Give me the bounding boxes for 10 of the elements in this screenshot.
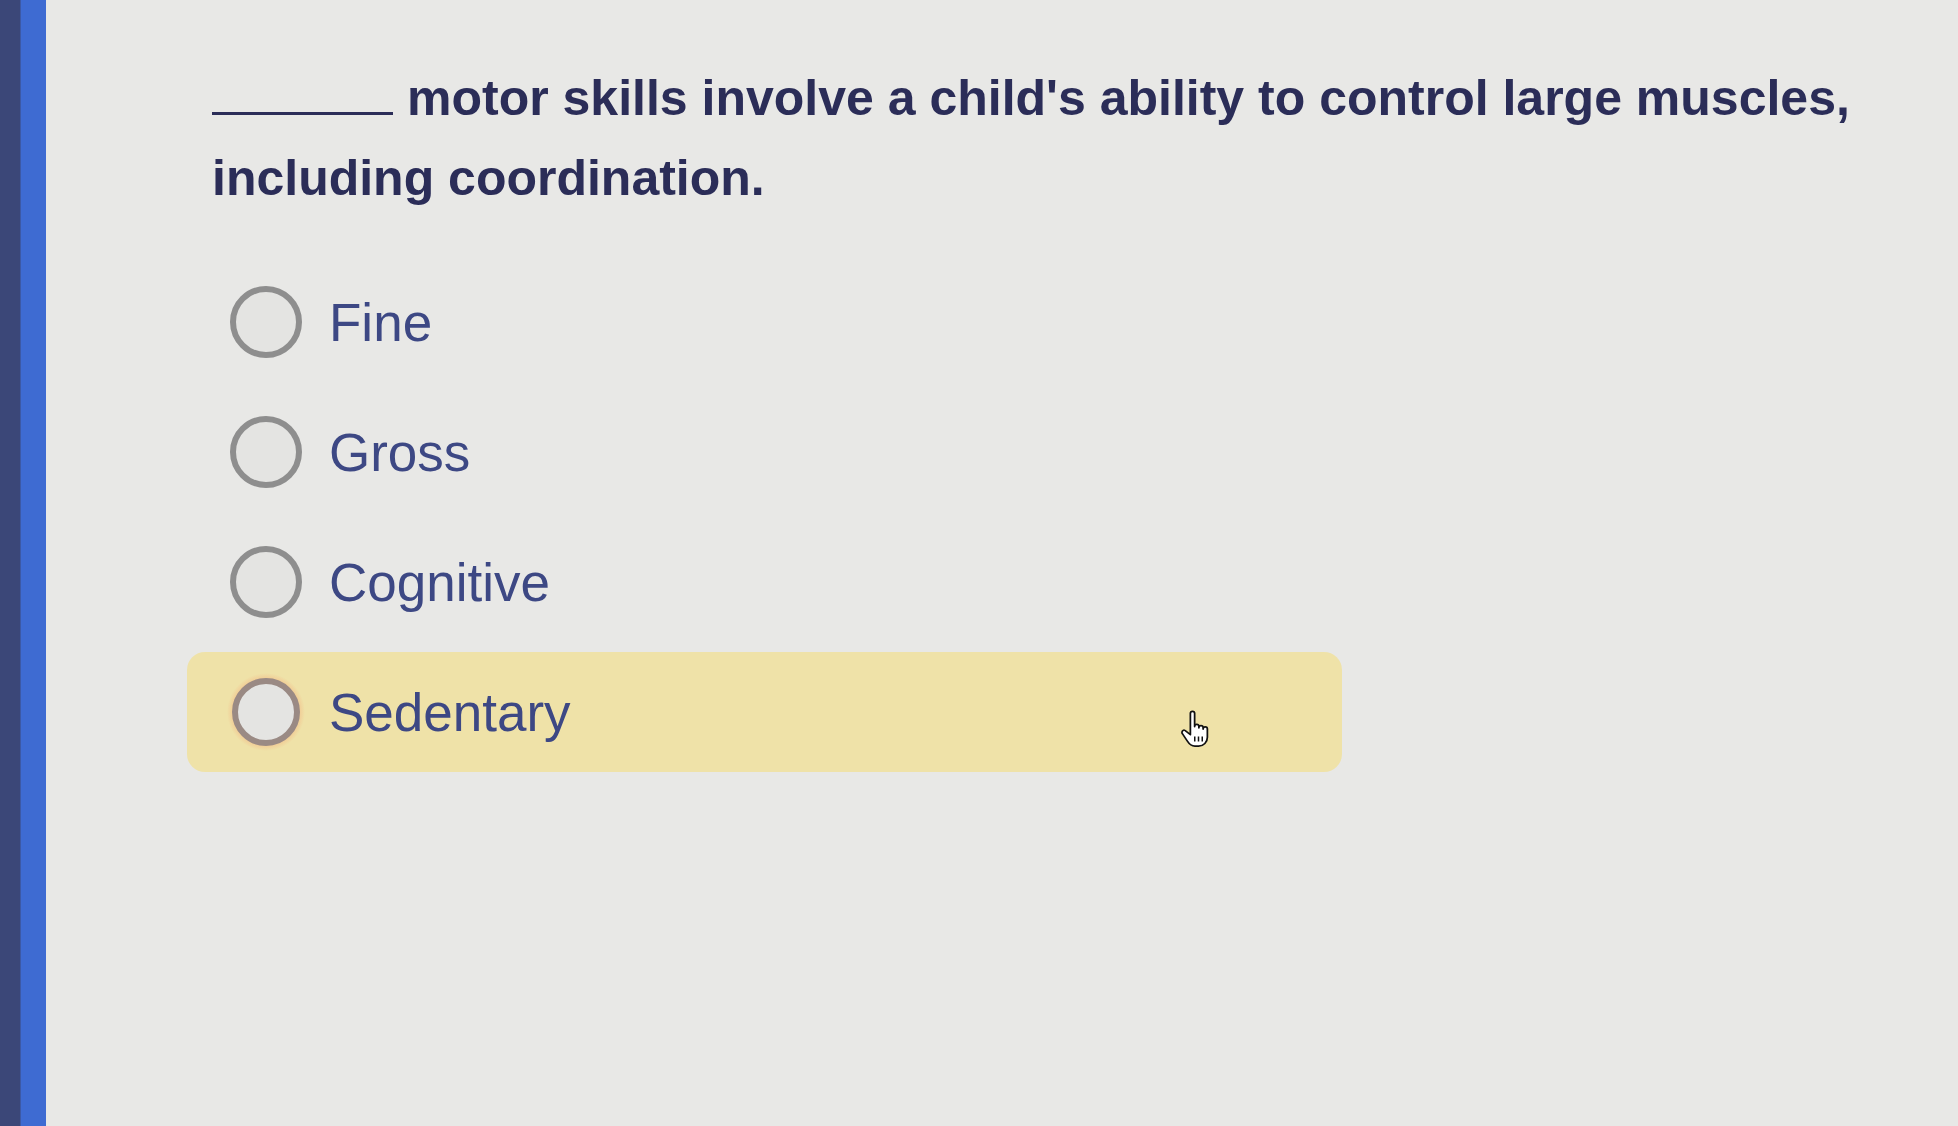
answer-option[interactable]: Sedentary [187, 652, 1342, 772]
radio-button[interactable] [227, 673, 305, 751]
answer-option[interactable]: Cognitive [187, 522, 580, 642]
radio-button[interactable] [227, 543, 305, 621]
answer-option[interactable]: Gross [187, 392, 501, 512]
question-text: motor skills involve a child's ability to control large muscles, including coordination. [212, 69, 1851, 208]
radio-button[interactable] [227, 283, 305, 361]
answer-option[interactable]: Fine [187, 262, 463, 382]
hand-cursor-icon [1181, 710, 1211, 748]
radio-button[interactable] [227, 413, 305, 491]
